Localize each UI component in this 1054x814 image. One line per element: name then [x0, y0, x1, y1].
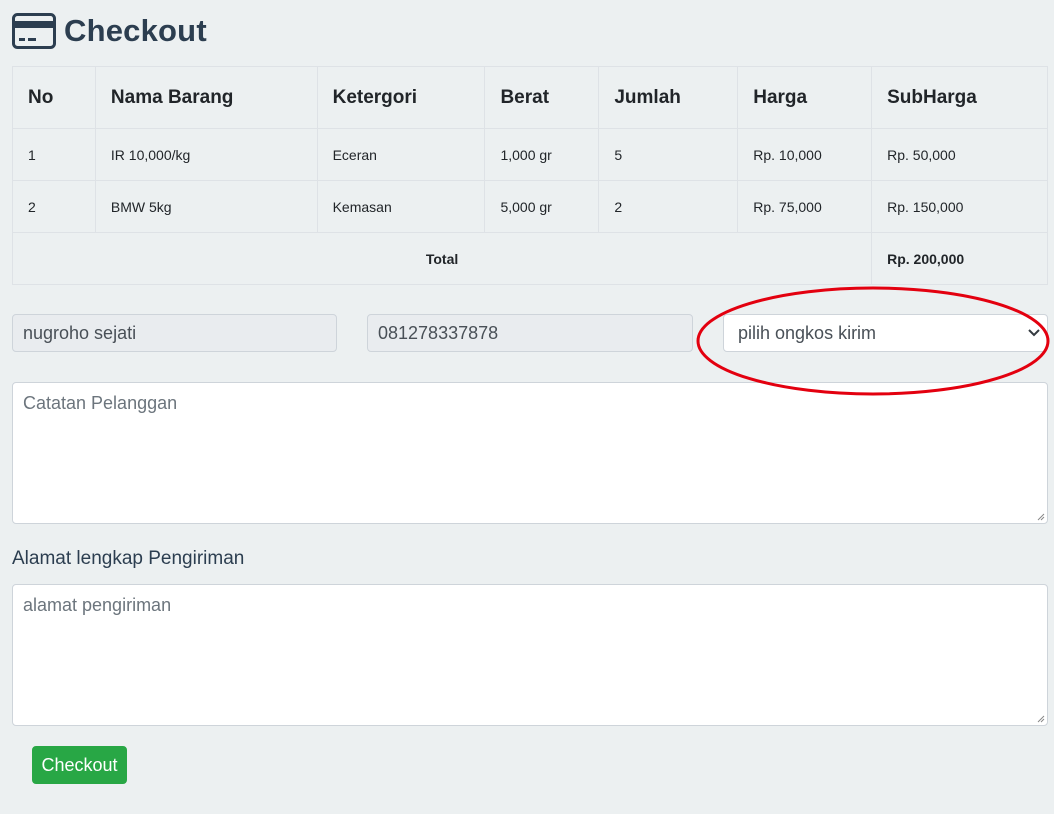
resize-grip-icon[interactable] — [1035, 713, 1045, 723]
shipping-address-placeholder: alamat pengiriman — [23, 595, 172, 615]
cell-subharga: Rp. 150,000 — [871, 180, 1048, 233]
column-header-ketergori: Ketergori — [316, 66, 486, 129]
cell-subharga: Rp. 50,000 — [871, 128, 1048, 181]
column-header-subharga: SubHarga — [871, 66, 1048, 129]
table-total-row: Total Rp. 200,000 — [11, 232, 1048, 285]
cell-no: 1 — [12, 128, 96, 181]
phone-value: 081278337878 — [378, 322, 499, 343]
cell-harga: Rp. 75,000 — [737, 180, 873, 233]
cell-jumlah: 2 — [598, 180, 739, 233]
column-header-berat: Berat — [484, 66, 600, 129]
page-title: Checkout — [64, 13, 207, 48]
cell-berat: 1,000 gr — [484, 128, 600, 181]
chevron-down-icon — [1028, 329, 1040, 337]
cell-berat: 5,000 gr — [484, 180, 600, 233]
cell-nama-barang: IR 10,000/kg — [94, 128, 318, 181]
column-header-harga: Harga — [737, 66, 873, 129]
shipping-cost-selected: pilih ongkos kirim — [738, 322, 877, 343]
page-header: Checkout — [12, 12, 207, 50]
total-label: Total — [11, 232, 873, 285]
cell-ketergori: Eceran — [316, 128, 486, 181]
table-row: 1 IR 10,000/kg Eceran 1,000 gr 5 Rp. 10,… — [12, 128, 1048, 181]
column-header-no: No — [12, 66, 96, 129]
total-value: Rp. 200,000 — [871, 232, 1048, 285]
address-label: Alamat lengkap Pengiriman — [12, 548, 245, 569]
customer-notes-textarea[interactable]: Catatan Pelanggan — [12, 382, 1048, 524]
cart-table: No Nama Barang Ketergori Berat Jumlah Ha… — [11, 66, 1048, 285]
phone-field[interactable]: 081278337878 — [367, 314, 693, 352]
resize-grip-icon[interactable] — [1035, 511, 1045, 521]
column-header-jumlah: Jumlah — [598, 66, 739, 129]
cell-no: 2 — [12, 180, 96, 233]
customer-name-field[interactable]: nugroho sejati — [12, 314, 337, 352]
cell-nama-barang: BMW 5kg — [94, 180, 318, 233]
cell-jumlah: 5 — [598, 128, 739, 181]
table-header-row: No Nama Barang Ketergori Berat Jumlah Ha… — [12, 66, 1048, 129]
cell-harga: Rp. 10,000 — [737, 128, 873, 181]
cell-ketergori: Kemasan — [316, 180, 486, 233]
table-row: 2 BMW 5kg Kemasan 5,000 gr 2 Rp. 75,000 … — [12, 180, 1048, 233]
customer-notes-placeholder: Catatan Pelanggan — [23, 393, 178, 413]
credit-card-icon — [12, 13, 56, 49]
checkout-button[interactable]: Checkout — [32, 746, 127, 784]
customer-name-value: nugroho sejati — [23, 322, 137, 343]
column-header-nama-barang: Nama Barang — [94, 66, 318, 129]
shipping-cost-select[interactable]: pilih ongkos kirim — [723, 314, 1048, 352]
shipping-address-textarea[interactable]: alamat pengiriman — [12, 584, 1048, 726]
